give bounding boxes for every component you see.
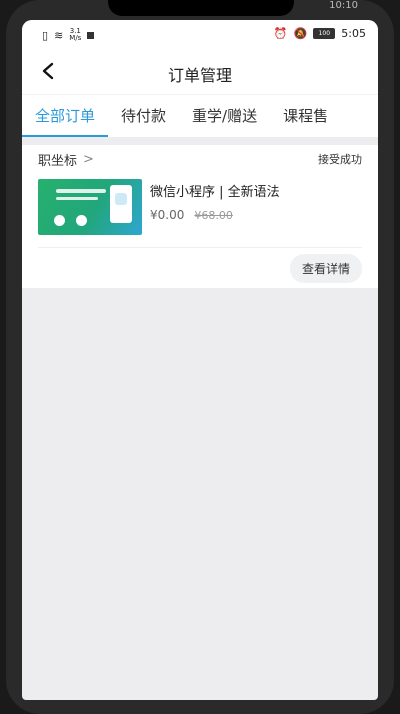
goods-item[interactable]: 微信小程序 | 全新语法 ¥0.00 ¥68.00 <box>38 173 362 248</box>
chevron-right-icon: > <box>83 151 94 167</box>
status-bar: ▯ ≋ 3.1 M/s ⏰ 🔕 100 5:05 <box>22 20 378 50</box>
goods-price: ¥0.00 <box>150 208 185 222</box>
tab-course-sale[interactable]: 课程售 <box>270 95 341 137</box>
net-speed-unit: M/s <box>69 34 82 42</box>
goods-title: 微信小程序 | 全新语法 <box>150 185 280 200</box>
status-time: 5:05 <box>341 27 366 40</box>
goods-info: 微信小程序 | 全新语法 ¥0.00 ¥68.00 <box>150 179 280 235</box>
alarm-icon: ⏰ <box>273 27 288 40</box>
page-title: 订单管理 <box>167 66 232 85</box>
order-actions: 查看详情 <box>38 248 362 288</box>
goods-original-price: ¥68.00 <box>194 209 233 222</box>
section-gap <box>22 137 378 145</box>
shop-link[interactable]: 职坐标 > <box>38 150 94 169</box>
network-speed: 3.1 M/s <box>69 28 81 42</box>
tab-all-orders[interactable]: 全部订单 <box>22 95 109 137</box>
status-right: ⏰ 🔕 100 5:05 <box>274 27 366 40</box>
sim-icon: ▯ <box>42 28 49 42</box>
wifi-icon: ≋ <box>54 28 64 42</box>
thumb-text-line <box>56 189 106 193</box>
link-icon <box>54 215 65 226</box>
notification-icon <box>87 31 95 39</box>
view-details-button[interactable]: 查看详情 <box>289 253 362 283</box>
wechat-icon <box>76 215 87 226</box>
order-header: 职坐标 > 接受成功 <box>38 145 362 173</box>
phone-notch <box>108 0 294 16</box>
course-thumbnail <box>38 179 142 235</box>
nav-header: 订单管理 <box>22 50 378 94</box>
tab-pending-payment[interactable]: 待付款 <box>108 95 179 137</box>
tabs-fade <box>350 95 378 137</box>
mute-icon: 🔕 <box>293 27 308 40</box>
battery-icon: 100 <box>313 28 336 39</box>
tab-relearn-gift[interactable]: 重学/赠送 <box>179 95 270 137</box>
order-tabs: 全部订单 待付款 重学/赠送 课程售 <box>22 94 378 137</box>
order-status: 接受成功 <box>318 153 362 166</box>
device-clock: 10:10 <box>329 0 358 11</box>
thumb-text-line <box>56 197 98 200</box>
shop-name: 职坐标 <box>38 153 78 169</box>
phone-card-graphic <box>110 185 132 223</box>
status-left: ▯ ≋ 3.1 M/s <box>42 28 95 42</box>
goods-prices: ¥0.00 ¥68.00 <box>150 208 280 222</box>
order-card: 职坐标 > 接受成功 微信小程序 | 全新语法 ¥0.00 ¥68.00 查看详… <box>22 145 378 288</box>
app-screen: ▯ ≋ 3.1 M/s ⏰ 🔕 100 5:05 订单管理 全部订单 待付款 重… <box>22 20 378 700</box>
